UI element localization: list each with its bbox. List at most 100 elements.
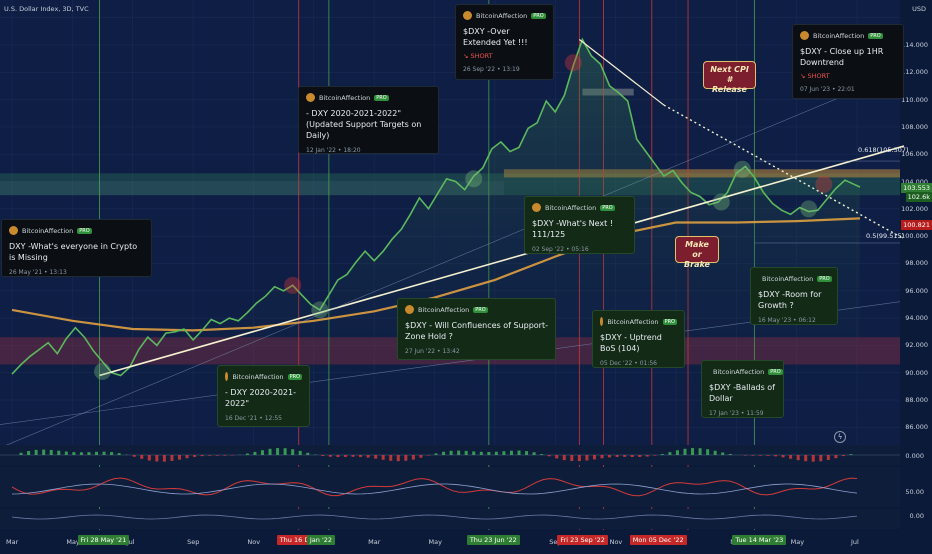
macd-bar bbox=[653, 455, 656, 456]
macd-bar bbox=[57, 451, 60, 455]
macd-bar bbox=[465, 451, 468, 455]
macd-bar bbox=[751, 455, 754, 456]
pivot-marker bbox=[312, 302, 328, 318]
macd-bar bbox=[593, 455, 596, 459]
y-tick-label: 88.000 bbox=[905, 396, 928, 404]
macd-bar bbox=[223, 455, 226, 456]
macd-bar bbox=[178, 455, 181, 460]
idea-date: 07 Jun '23 • 22:01 bbox=[800, 86, 896, 93]
idea-author: BitcoinAffection bbox=[607, 318, 658, 326]
macd-bar bbox=[631, 455, 634, 457]
macd-bar bbox=[487, 452, 490, 455]
macd-bar bbox=[849, 454, 852, 455]
macd-bar bbox=[502, 451, 505, 455]
lightning-icon[interactable]: ϟ bbox=[834, 431, 846, 443]
macd-bar bbox=[480, 452, 483, 455]
idea-card[interactable]: BitcoinAffection PRO $DXY - Uptrend BoS (… bbox=[592, 310, 685, 368]
symbol-title: U.S. Dollar Index, 3D, TVC bbox=[4, 5, 89, 13]
idea-card[interactable]: BitcoinAffectionPRO $DXY -Over Extended … bbox=[455, 4, 554, 80]
macd-bar bbox=[766, 455, 769, 456]
pivot-marker bbox=[285, 277, 301, 293]
macd-bar bbox=[42, 450, 45, 455]
x-date-badge: Fri 28 May '21 bbox=[78, 535, 130, 545]
idea-card[interactable]: BitcoinAffectionPRO $DXY - Close up 1HR … bbox=[792, 24, 904, 99]
macd-bar bbox=[548, 455, 551, 456]
idea-title: $DXY - Uptrend BoS (104) bbox=[600, 332, 677, 354]
idea-author: BitcoinAffection bbox=[418, 306, 469, 314]
idea-date: 02 Sep '22 • 05:16 bbox=[532, 246, 627, 253]
pro-badge: PRO bbox=[600, 205, 614, 211]
idea-card[interactable]: BitcoinAffectionPRO $DXY -What's Next ! … bbox=[524, 196, 635, 254]
macd-bar bbox=[216, 455, 219, 456]
price-tag: 102.6k bbox=[906, 192, 932, 202]
macd-bar bbox=[35, 450, 38, 455]
idea-card[interactable]: BitcoinAffectionPRO $DXY -Ballads of Dol… bbox=[701, 360, 784, 418]
x-date-badge: Mon 05 Dec '22 bbox=[630, 535, 687, 545]
macd-bar bbox=[261, 450, 264, 455]
x-tick-label: Jul bbox=[851, 538, 859, 546]
box-zone bbox=[0, 182, 504, 196]
macd-bar bbox=[27, 451, 30, 455]
y-tick-label: 100.000 bbox=[901, 232, 928, 240]
pro-badge: PRO bbox=[768, 369, 782, 375]
idea-title: DXY -What's everyone in Crypto is Missin… bbox=[9, 241, 144, 263]
idea-card[interactable]: BitcoinAffectionPRO - DXY 2020-2021-2022… bbox=[217, 365, 310, 427]
macd-bar bbox=[87, 452, 90, 455]
macd-bar bbox=[186, 455, 189, 458]
idea-date: 26 Sep '22 • 13:19 bbox=[463, 66, 546, 73]
rsi-label-0: 0.000 bbox=[905, 452, 924, 460]
macd-bar bbox=[585, 455, 588, 460]
macd-bar bbox=[616, 455, 619, 457]
pivot-marker bbox=[734, 161, 750, 177]
macd-bar bbox=[163, 455, 166, 462]
macd-bar bbox=[555, 455, 558, 458]
idea-author: BitcoinAffection bbox=[22, 227, 73, 235]
macd-bar bbox=[284, 448, 287, 455]
x-tick-label: Sep bbox=[187, 538, 199, 546]
pivot-marker bbox=[95, 363, 111, 379]
macd-bar bbox=[495, 452, 498, 455]
idea-card[interactable]: BitcoinAffectionPRO DXY -What's everyone… bbox=[1, 219, 152, 277]
idea-card[interactable]: BitcoinAffectionPRO $DXY -Room for Growt… bbox=[750, 267, 838, 325]
avatar bbox=[600, 317, 603, 326]
macd-bar bbox=[540, 454, 543, 455]
macd-bar bbox=[661, 454, 664, 455]
y-tick-label: 86.000 bbox=[905, 423, 928, 431]
idea-date: 17 Jan '23 • 11:59 bbox=[709, 410, 776, 417]
idea-card[interactable]: BitcoinAffectionPRO - DXY 2020-2021-2022… bbox=[298, 86, 439, 154]
x-tick-label: Nov bbox=[610, 538, 623, 546]
macd-bar bbox=[721, 452, 724, 455]
x-tick-label: May bbox=[791, 538, 804, 546]
chart-stage: U.S. Dollar Index, 3D, TVC USD 114.00011… bbox=[0, 0, 932, 550]
make-or-brake-note: Make or Brake bbox=[675, 236, 719, 263]
pivot-marker bbox=[816, 176, 832, 192]
x-date-badge: Jan '22 bbox=[307, 535, 335, 545]
idea-title: $DXY -Over Extended Yet !!! bbox=[463, 26, 546, 48]
pro-badge: PRO bbox=[288, 374, 302, 380]
macd-bar bbox=[683, 449, 686, 455]
idea-title: $DXY - Will Confluences of Support-Zone … bbox=[405, 320, 548, 342]
currency-label: USD bbox=[912, 5, 926, 13]
macd-bar bbox=[65, 452, 68, 455]
macd-bar bbox=[246, 454, 249, 455]
idea-date: 12 Jan '22 • 18:20 bbox=[306, 147, 431, 154]
y-tick-label: 102.000 bbox=[901, 205, 928, 213]
macd-bar bbox=[729, 454, 732, 455]
macd-bar bbox=[359, 455, 362, 457]
y-tick-label: 98.000 bbox=[905, 259, 928, 267]
macd-bar bbox=[842, 455, 845, 456]
macd-bar bbox=[691, 448, 694, 455]
x-tick-label: Mar bbox=[6, 538, 18, 546]
pro-badge: PRO bbox=[663, 319, 677, 325]
macd-bar bbox=[367, 455, 370, 458]
macd-bar bbox=[193, 455, 196, 457]
macd-bar bbox=[269, 449, 272, 455]
idea-date: 26 May '21 • 13:13 bbox=[9, 269, 144, 276]
pro-badge: PRO bbox=[817, 276, 831, 282]
idea-card[interactable]: BitcoinAffectionPRO $DXY - Will Confluen… bbox=[397, 298, 556, 360]
macd-bar bbox=[442, 452, 445, 455]
macd-bar bbox=[389, 455, 392, 461]
macd-bar bbox=[789, 455, 792, 459]
macd-bar bbox=[299, 451, 302, 455]
macd-bar bbox=[110, 452, 113, 455]
